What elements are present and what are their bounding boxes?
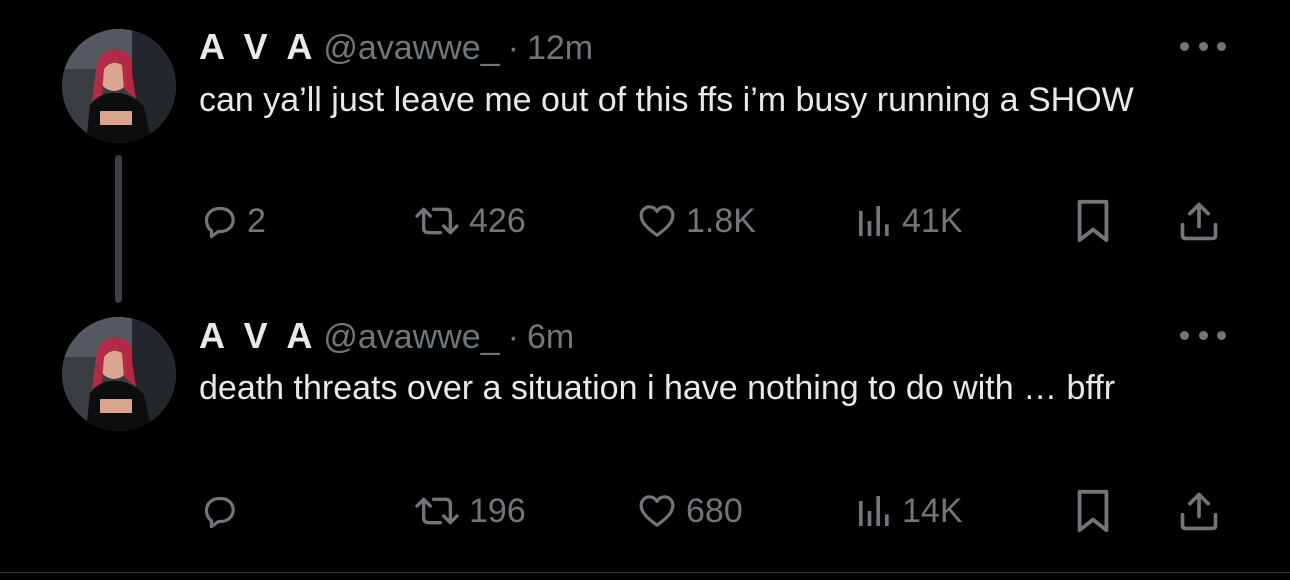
- heart-icon: [639, 205, 675, 237]
- views-count: 41K: [902, 201, 963, 240]
- tweet-header: A V A @avawwe_ · 12m: [199, 26, 593, 68]
- tweet-actions: 196 680 14K: [199, 486, 1229, 536]
- user-handle[interactable]: @avawwe_: [323, 29, 499, 68]
- tweet[interactable]: A V A @avawwe_ · 6m death threats over a…: [0, 300, 1290, 570]
- bottom-divider: [0, 572, 1290, 573]
- bookmark-button[interactable]: [1073, 196, 1113, 246]
- tweet-text: death threats over a situation i have no…: [199, 369, 1116, 407]
- separator-dot: ·: [507, 318, 519, 356]
- reply-button[interactable]: 2: [199, 196, 266, 246]
- avatar[interactable]: [62, 317, 176, 431]
- like-button[interactable]: 680: [636, 486, 743, 536]
- bookmark-icon: [1077, 489, 1109, 533]
- reply-count: 2: [247, 201, 266, 240]
- views-count: 14K: [902, 491, 963, 530]
- share-upload-icon: [1180, 202, 1218, 241]
- share-upload-icon: [1180, 492, 1218, 531]
- retweet-count: 196: [469, 491, 526, 530]
- views-button[interactable]: 41K: [854, 196, 963, 246]
- timestamp[interactable]: 12m: [527, 29, 593, 68]
- like-button[interactable]: 1.8K: [636, 196, 756, 246]
- avatar-photo: [62, 317, 176, 431]
- user-handle[interactable]: @avawwe_: [323, 318, 499, 357]
- retweet-arrows-icon: [415, 207, 459, 235]
- avatar-photo: [62, 29, 176, 143]
- avatar[interactable]: [62, 29, 176, 143]
- retweet-button[interactable]: 196: [413, 486, 526, 536]
- like-count: 1.8K: [686, 201, 756, 240]
- retweet-count: 426: [469, 201, 526, 240]
- share-button[interactable]: [1177, 196, 1221, 246]
- tweet-actions: 2 426 1.8K 41K: [199, 196, 1229, 246]
- display-name[interactable]: A V A: [199, 26, 317, 68]
- views-button[interactable]: 14K: [854, 486, 963, 536]
- retweet-arrows-icon: [415, 497, 459, 525]
- views-bar-chart-icon: [859, 496, 889, 526]
- like-count: 680: [686, 491, 743, 530]
- more-dots-icon[interactable]: [1180, 325, 1226, 345]
- separator-dot: ·: [507, 29, 519, 67]
- tweet[interactable]: A V A @avawwe_ · 12m can ya’ll just leav…: [0, 0, 1290, 303]
- heart-icon: [639, 495, 675, 527]
- retweet-button[interactable]: 426: [413, 196, 526, 246]
- share-button[interactable]: [1177, 486, 1221, 536]
- thread-connector-line: [115, 155, 122, 303]
- display-name[interactable]: A V A: [199, 315, 317, 357]
- more-dots-icon[interactable]: [1180, 36, 1226, 56]
- reply-bubble-icon: [204, 206, 235, 239]
- tweet-thread: A V A @avawwe_ · 12m can ya’ll just leav…: [0, 0, 1290, 580]
- bookmark-icon: [1077, 199, 1109, 243]
- timestamp[interactable]: 6m: [527, 318, 574, 357]
- bookmark-button[interactable]: [1073, 486, 1113, 536]
- tweet-text: can ya’ll just leave me out of this ffs …: [199, 81, 1134, 119]
- views-bar-chart-icon: [859, 206, 889, 236]
- reply-button[interactable]: [199, 486, 247, 536]
- reply-bubble-icon: [204, 496, 235, 529]
- tweet-header: A V A @avawwe_ · 6m: [199, 315, 574, 357]
